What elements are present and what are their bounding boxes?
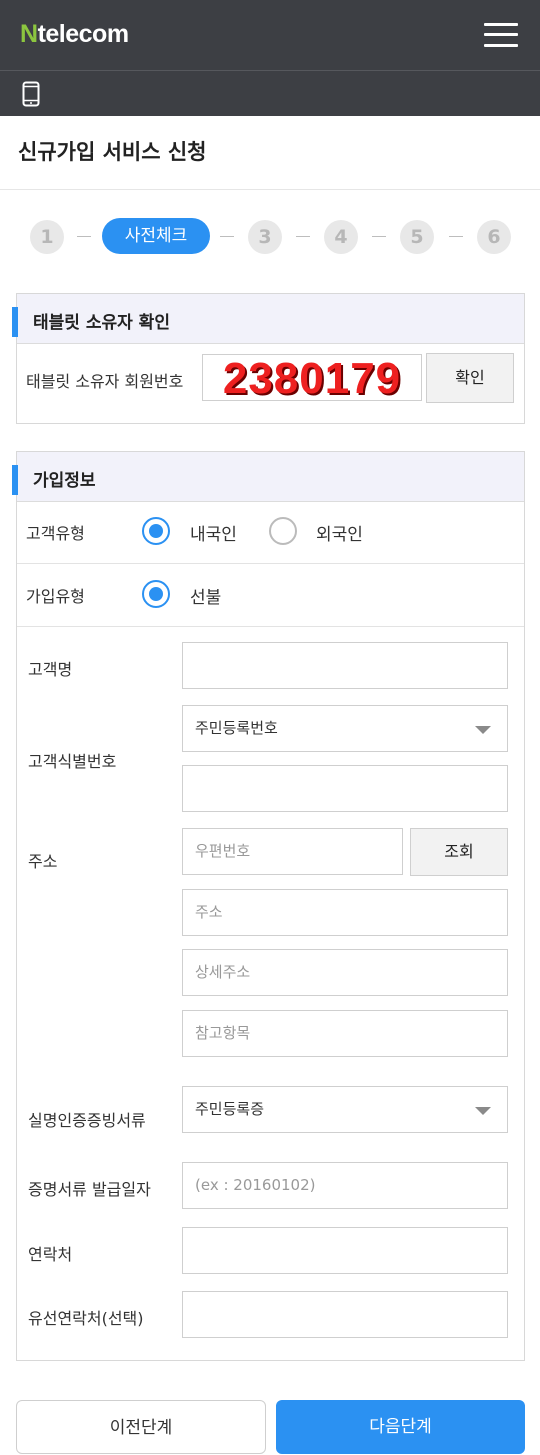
issue-date-label: 증명서류 발급일자 xyxy=(28,1180,151,1199)
sub-navigation-bar xyxy=(0,70,540,116)
step-3: 3 xyxy=(248,220,282,254)
divider xyxy=(0,189,540,190)
owner-member-number-label: 태블릿 소유자 회원번호 xyxy=(26,372,184,391)
id-type-select[interactable]: 주민등록번호 xyxy=(182,705,508,752)
address-lookup-button[interactable]: 조회 xyxy=(410,828,508,876)
address-input[interactable]: 주소 xyxy=(182,889,508,936)
chevron-down-icon xyxy=(475,726,491,734)
top-navigation-bar: Ntelecom xyxy=(0,0,540,70)
issue-date-input[interactable]: (ex : 20160102) xyxy=(182,1162,508,1209)
step-2-current: 사전체크 xyxy=(102,218,210,254)
section-header: 가입정보 xyxy=(12,452,524,502)
next-step-button[interactable]: 다음단계 xyxy=(276,1400,525,1454)
divider xyxy=(17,626,524,627)
radio-domestic[interactable] xyxy=(142,517,170,545)
landline-input[interactable] xyxy=(182,1291,508,1338)
id-type-selected-value: 주민등록번호 xyxy=(195,719,278,737)
radio-domestic-label[interactable]: 내국인 xyxy=(190,520,237,545)
reference-input[interactable]: 참고항목 xyxy=(182,1010,508,1057)
prev-step-button[interactable]: 이전단계 xyxy=(16,1400,266,1454)
radio-prepaid-label[interactable]: 선불 xyxy=(190,583,221,608)
customer-id-input[interactable] xyxy=(182,765,508,812)
postal-code-input[interactable]: 우편번호 xyxy=(182,828,403,875)
id-document-label: 실명인증증빙서류 xyxy=(28,1111,146,1130)
ntelecom-logo[interactable]: Ntelecom xyxy=(20,20,129,49)
owner-member-number-field[interactable]: 2380179 xyxy=(202,354,422,402)
contact-label: 연락처 xyxy=(28,1245,73,1264)
section-title: 가입정보 xyxy=(33,471,96,491)
step-indicator: 1 사전체크 3 4 5 6 xyxy=(0,218,540,256)
confirm-button[interactable]: 확인 xyxy=(426,353,514,403)
id-document-select[interactable]: 주민등록증 xyxy=(182,1086,508,1133)
contact-input[interactable] xyxy=(182,1227,508,1274)
landline-label: 유선연락처(선택) xyxy=(28,1309,144,1328)
customer-name-label: 고객명 xyxy=(28,660,73,679)
customer-type-label: 고객유형 xyxy=(26,524,85,543)
customer-name-input[interactable] xyxy=(182,642,508,689)
section-header: 태블릿 소유자 확인 xyxy=(12,294,524,344)
step-5: 5 xyxy=(400,220,434,254)
detail-address-input[interactable]: 상세주소 xyxy=(182,949,508,996)
step-4: 4 xyxy=(324,220,358,254)
divider xyxy=(17,563,524,564)
page-title: 신규가입 서비스 신청 xyxy=(18,140,207,164)
address-label: 주소 xyxy=(28,852,58,871)
hamburger-icon[interactable] xyxy=(484,20,520,50)
radio-foreigner[interactable] xyxy=(269,517,297,545)
radio-foreigner-label[interactable]: 외국인 xyxy=(316,520,363,545)
customer-id-label: 고객식별번호 xyxy=(28,752,117,771)
mobile-phone-icon[interactable] xyxy=(22,81,40,107)
radio-prepaid[interactable] xyxy=(142,580,170,608)
chevron-down-icon xyxy=(475,1107,491,1115)
id-document-selected-value: 주민등록증 xyxy=(195,1100,265,1118)
step-6: 6 xyxy=(477,220,511,254)
join-type-label: 가입유형 xyxy=(26,587,85,606)
step-1: 1 xyxy=(30,220,64,254)
section-title: 태블릿 소유자 확인 xyxy=(33,313,170,333)
